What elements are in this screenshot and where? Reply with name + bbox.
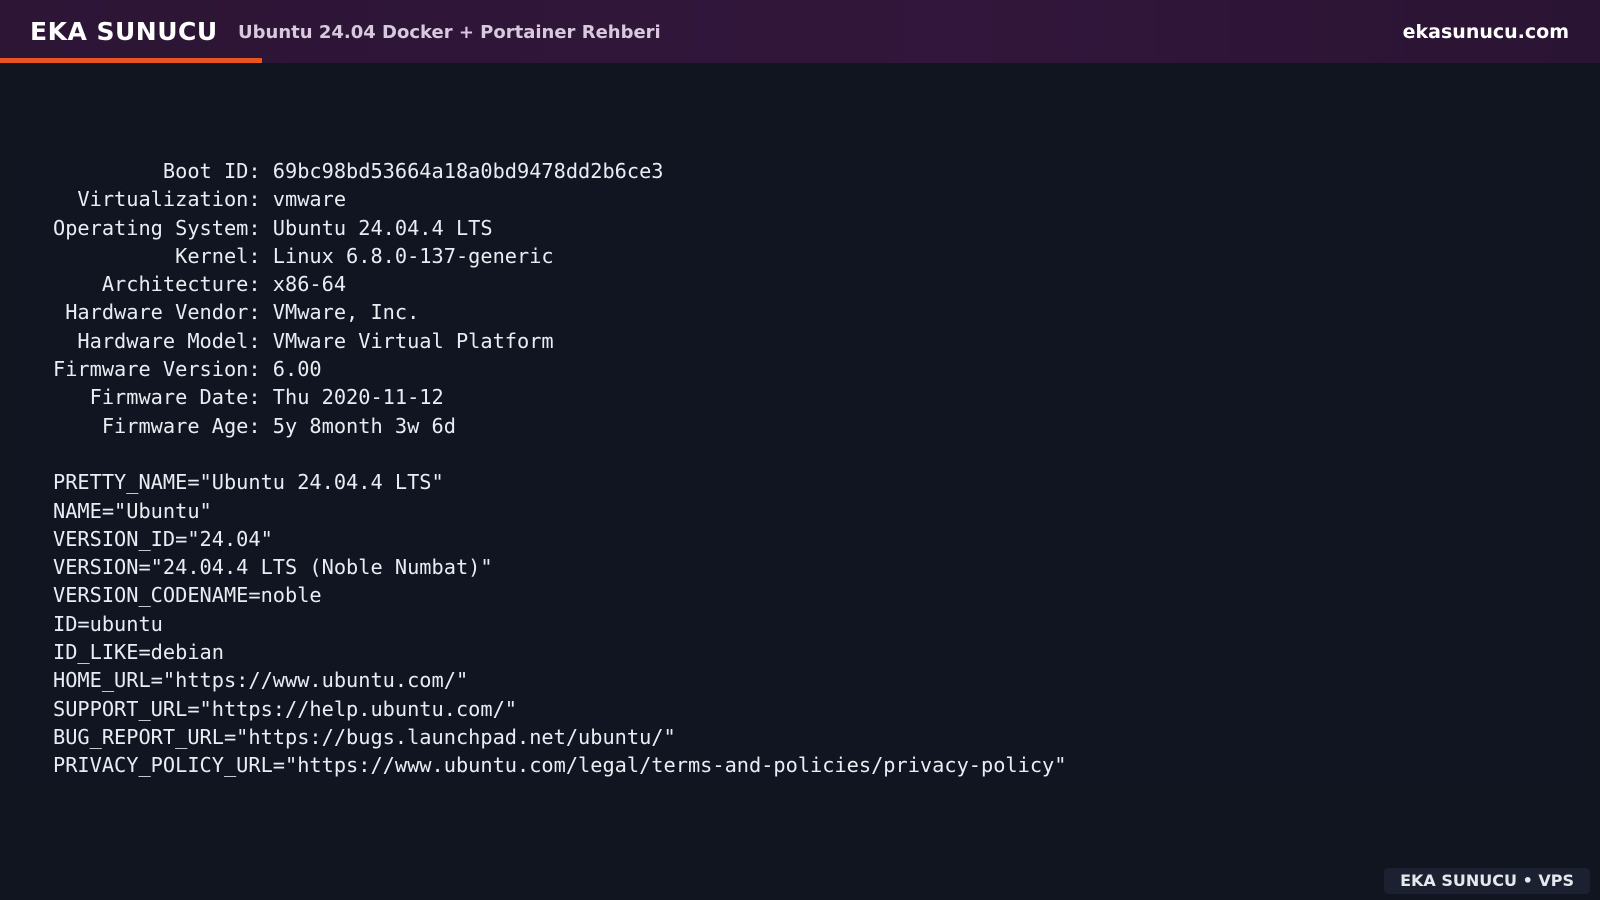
terminal-line: Kernel: Linux 6.8.0-137-generic [53, 243, 554, 268]
terminal-line: NAME="Ubuntu" [53, 498, 212, 523]
terminal-line: PRIVACY_POLICY_URL="https://www.ubuntu.c… [53, 753, 1067, 778]
terminal-line: Operating System: Ubuntu 24.04.4 LTS [53, 215, 493, 240]
terminal-line: Firmware Age: 5y 8month 3w 6d [53, 413, 456, 438]
terminal-line: Hardware Vendor: VMware, Inc. [53, 300, 420, 325]
site-domain: ekasunucu.com [1402, 21, 1569, 43]
terminal-output: Boot ID: 69bc98bd53664a18a0bd9478dd2b6ce… [53, 157, 1066, 780]
terminal-line: SUPPORT_URL="https://help.ubuntu.com/" [53, 696, 517, 721]
terminal-line: Boot ID: 69bc98bd53664a18a0bd9478dd2b6ce… [53, 159, 664, 183]
terminal-line: VERSION_CODENAME=noble [53, 583, 322, 608]
terminal-line: ID_LIKE=debian [53, 640, 224, 665]
accent-underline [0, 58, 262, 63]
terminal-line: HOME_URL="https://www.ubuntu.com/" [53, 668, 469, 693]
terminal-line: VERSION_ID="24.04" [53, 526, 273, 551]
terminal-line: Architecture: x86-64 [53, 272, 347, 297]
terminal-line: BUG_REPORT_URL="https://bugs.launchpad.n… [53, 724, 676, 749]
terminal-line: Firmware Date: Thu 2020-11-12 [53, 385, 444, 410]
terminal-line: VERSION="24.04.4 LTS (Noble Numbat)" [53, 555, 493, 580]
brand-title: EKA SUNUCU [30, 17, 218, 46]
terminal-line: Hardware Model: VMware Virtual Platform [53, 328, 554, 353]
terminal-line: Virtualization: vmware [53, 187, 347, 212]
header-bar: EKA SUNUCU Ubuntu 24.04 Docker + Portain… [0, 0, 1600, 63]
terminal-line: ID=ubuntu [53, 611, 163, 636]
terminal-line: PRETTY_NAME="Ubuntu 24.04.4 LTS" [53, 470, 444, 495]
guide-subtitle: Ubuntu 24.04 Docker + Portainer Rehberi [238, 22, 661, 43]
footer-badge: EKA SUNUCU • VPS [1384, 868, 1590, 894]
terminal-line: Firmware Version: 6.00 [53, 357, 322, 382]
